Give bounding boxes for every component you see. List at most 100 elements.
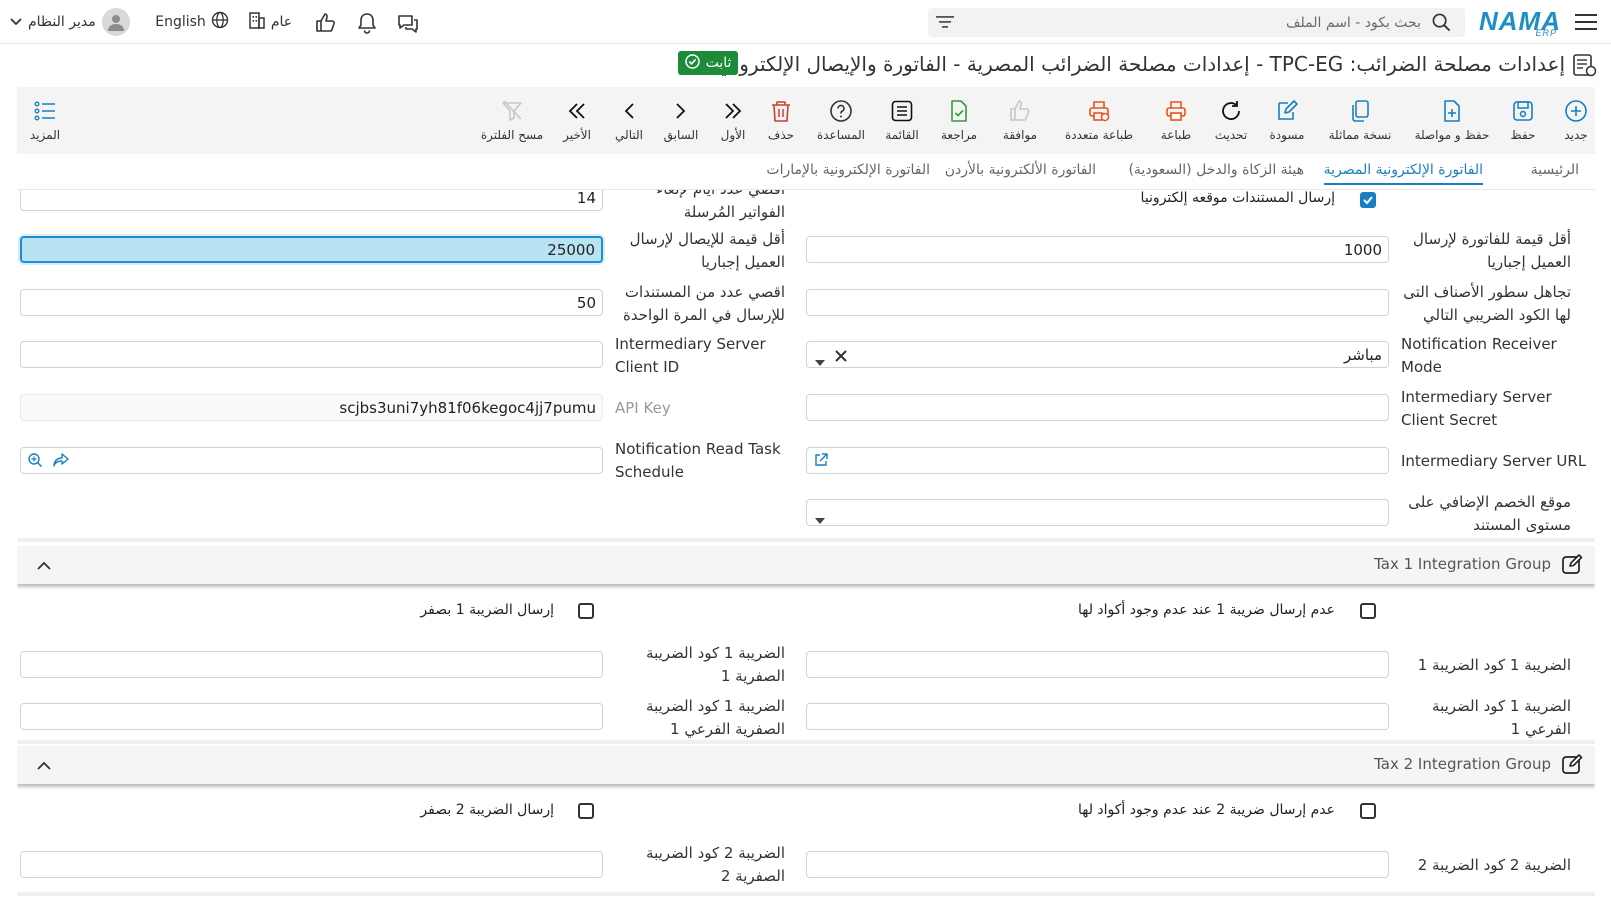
save-button[interactable]: حفظ bbox=[1503, 87, 1543, 154]
tax2-group-header[interactable]: Tax 2 Integration Group bbox=[17, 746, 1595, 784]
bell-icon[interactable] bbox=[355, 11, 379, 35]
tab-zatca-saudi[interactable]: هيئة الزكاة والدخل (السعودية) bbox=[1128, 162, 1304, 178]
share-arrow-icon[interactable] bbox=[53, 453, 69, 471]
language-selector[interactable]: English bbox=[155, 10, 228, 34]
delete-button[interactable]: حذف bbox=[761, 87, 801, 154]
section-separator bbox=[17, 740, 1595, 744]
print-label: طباعة bbox=[1160, 128, 1192, 142]
save-button-label: حفظ bbox=[1510, 128, 1536, 142]
delete-label: حذف bbox=[767, 128, 795, 142]
tax1-zero-sub-tax-code-input[interactable] bbox=[20, 703, 603, 730]
tax1-send-zero-checkbox[interactable] bbox=[578, 603, 594, 619]
chat-icon[interactable] bbox=[396, 11, 420, 35]
print-button[interactable]: طباعة bbox=[1154, 87, 1198, 154]
tab-main[interactable]: الرئيسية bbox=[1531, 162, 1579, 178]
min-receipt-value-input[interactable]: 25000 bbox=[20, 236, 603, 263]
new-button-label: جديد bbox=[1564, 128, 1588, 142]
filter-icon[interactable] bbox=[936, 14, 954, 34]
thumbs-up-icon[interactable] bbox=[313, 10, 337, 34]
edit-square-icon bbox=[1561, 753, 1583, 779]
schedule-search-icon[interactable] bbox=[27, 452, 43, 472]
max-docs-per-batch-input[interactable]: 50 bbox=[20, 289, 603, 316]
tax2-zero-tax-code-input[interactable] bbox=[20, 851, 603, 878]
clear-x-icon[interactable] bbox=[835, 348, 847, 366]
intermediary-client-secret-input[interactable] bbox=[806, 394, 1389, 421]
next-button[interactable]: التالي bbox=[609, 87, 649, 154]
dropdown-caret-icon[interactable] bbox=[815, 352, 825, 370]
company-selector[interactable]: عام bbox=[246, 10, 294, 34]
max-days-cancel-input[interactable]: 14 bbox=[20, 190, 603, 211]
next-label: التالي bbox=[615, 128, 643, 142]
tax1-zero-tax-code-input[interactable] bbox=[20, 651, 603, 678]
notification-read-schedule-input[interactable] bbox=[20, 447, 603, 474]
clear-filter-label: مسح الفلترة bbox=[480, 128, 544, 142]
dropdown-caret-icon[interactable] bbox=[815, 510, 825, 528]
tax2-send-zero-checkbox[interactable] bbox=[578, 803, 594, 819]
multi-print-label: طباعة متعددة bbox=[1064, 128, 1133, 142]
tax1-group-header[interactable]: Tax 1 Integration Group bbox=[17, 546, 1595, 584]
section-separator bbox=[17, 538, 1595, 542]
global-search-input[interactable]: بحث بكود - اسم الملف bbox=[928, 8, 1465, 37]
api-key-input[interactable]: scjbs3uni7yh81f06kegoc4jj7pumu bbox=[20, 394, 603, 421]
edit-draft-icon bbox=[1278, 100, 1298, 120]
ignore-item-lines-input[interactable] bbox=[806, 289, 1389, 316]
send-signed-docs-checkbox[interactable] bbox=[1360, 192, 1376, 208]
more-button[interactable]: المزيد bbox=[23, 87, 67, 154]
draft-label: مسودة bbox=[1269, 128, 1305, 142]
search-placeholder: بحث بكود - اسم الملف bbox=[1286, 14, 1421, 31]
chevron-up-icon[interactable] bbox=[37, 756, 51, 774]
tax2-tax-code-input[interactable] bbox=[806, 851, 1389, 878]
list-button[interactable]: القائمة bbox=[879, 87, 925, 154]
intermediary-client-id-input[interactable] bbox=[20, 341, 603, 368]
first-button[interactable]: الأول bbox=[713, 87, 753, 154]
refresh-button[interactable]: تحديث bbox=[1209, 87, 1253, 154]
notification-receiver-mode-label: Notification Receiver Mode bbox=[1401, 335, 1557, 376]
max-docs-per-batch-label: اقصي عدد من المستندات للإرسال في المرة ا… bbox=[623, 283, 785, 324]
file-plus-icon bbox=[1444, 100, 1460, 122]
intermediary-url-input[interactable] bbox=[806, 447, 1389, 474]
chevron-up-icon[interactable] bbox=[37, 556, 51, 574]
tax1-zero-sub-tax-code-label: الضريبة 1 كود الضريبة الصفرية الفرعي 1 bbox=[646, 697, 785, 738]
send-signed-docs-label: إرسال المستندات موقعه إلكترونيا bbox=[1140, 190, 1335, 206]
tax1-tax-code-input[interactable] bbox=[806, 651, 1389, 678]
bottom-separator bbox=[17, 892, 1595, 896]
notification-receiver-mode-select[interactable]: مباشر bbox=[806, 341, 1389, 368]
tax2-no-send-without-codes-checkbox[interactable] bbox=[1360, 803, 1376, 819]
approve-button[interactable]: موافقة bbox=[997, 87, 1043, 154]
notification-receiver-mode-value: مباشر bbox=[1344, 345, 1382, 364]
refresh-icon bbox=[1222, 101, 1240, 120]
review-button[interactable]: مراجعة bbox=[935, 87, 983, 154]
extra-discount-position-select[interactable] bbox=[806, 499, 1389, 526]
save-continue-button[interactable]: حفظ و مواصلة bbox=[1407, 87, 1497, 154]
help-button[interactable]: المساعدة bbox=[811, 87, 871, 154]
tax1-sub-tax-code-input[interactable] bbox=[806, 703, 1389, 730]
min-invoice-value-label: أقل قيمة للفاتورة لإرسال العميل إجباريا bbox=[1413, 230, 1571, 271]
external-link-icon[interactable] bbox=[814, 453, 828, 471]
list-label: القائمة bbox=[885, 128, 919, 142]
tax1-send-zero-label: إرسال الضريبة 1 بصفر bbox=[420, 602, 554, 618]
multi-printer-icon bbox=[1089, 101, 1110, 122]
tax1-no-send-without-codes-checkbox[interactable] bbox=[1360, 603, 1376, 619]
tab-egypt-einvoice[interactable]: الفاتورة الإلكترونية المصرية bbox=[1323, 162, 1483, 185]
previous-button[interactable]: السابق bbox=[661, 87, 701, 154]
api-key-label: API Key bbox=[615, 399, 671, 417]
action-toolbar: جديد حفظ حفظ و مواصلة نسخة مماثلة مسودة … bbox=[17, 87, 1595, 154]
min-receipt-value-label: أقل قيمة للإيصال لإرسال العميل إجباريا bbox=[629, 230, 785, 271]
hamburger-menu-icon[interactable] bbox=[1574, 10, 1598, 34]
duplicate-button[interactable]: نسخة مماثلة bbox=[1323, 87, 1397, 154]
tab-uae-einvoice[interactable]: الفاتورة الإلكترونية بالإمارات bbox=[766, 162, 930, 178]
avatar bbox=[101, 8, 130, 36]
printer-icon bbox=[1166, 101, 1186, 121]
tab-jordan-einvoice[interactable]: الفاتورة الألكترونية بالأردن bbox=[945, 162, 1096, 178]
search-icon[interactable] bbox=[1432, 13, 1451, 36]
last-button[interactable]: الأخير bbox=[557, 87, 597, 154]
clear-filter-button[interactable]: مسح الفلترة bbox=[475, 87, 549, 154]
min-invoice-value-input[interactable]: 1000 bbox=[806, 236, 1389, 263]
multi-print-button[interactable]: طباعة متعددة bbox=[1057, 87, 1141, 154]
nama-logo[interactable]: NAMA ERP bbox=[1479, 6, 1561, 38]
more-label: المزيد bbox=[29, 128, 61, 142]
new-button[interactable]: جديد bbox=[1556, 87, 1596, 154]
user-menu[interactable]: مدير النظام bbox=[10, 7, 136, 37]
notification-read-schedule-label: Notification Read Task Schedule bbox=[615, 440, 781, 481]
draft-button[interactable]: مسودة bbox=[1265, 87, 1309, 154]
